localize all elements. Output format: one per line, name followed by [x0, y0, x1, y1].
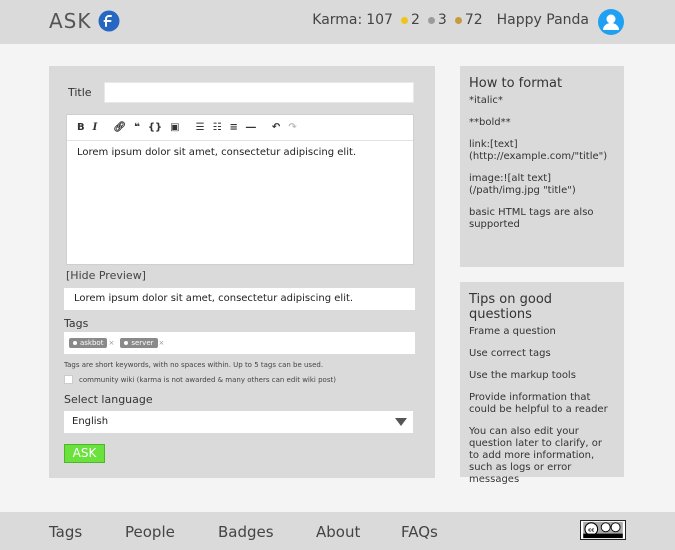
gold-badge-count: 2	[410, 12, 420, 28]
ask-form: Title B I 🔗︎ ❝ {} ▣ ☰ ☷ ≡ ― ↶ ↷ Lorem ip…	[49, 66, 435, 478]
tips-panel: Tips on good questions Frame a question …	[460, 282, 624, 485]
bronze-badge-icon	[454, 16, 462, 24]
preview-pane: Lorem ipsum dolor sit amet, consectetur …	[64, 288, 415, 310]
italic-icon[interactable]: I	[93, 122, 98, 133]
format-help-item: **bold**	[469, 117, 511, 128]
footer-link-faqs[interactable]: FAQs	[401, 523, 438, 541]
tips-title: Tips on good questions	[469, 292, 553, 322]
silver-badge-count: 3	[437, 12, 447, 28]
format-help-item: basic HTML tags are also supported	[469, 207, 594, 230]
title-label: Title	[68, 86, 92, 99]
ask-button[interactable]: ASK	[64, 444, 105, 463]
tips-item: Provide information that could be helpfu…	[469, 392, 608, 415]
footer-link-badges[interactable]: Badges	[218, 523, 274, 541]
language-label: Select language	[64, 393, 153, 406]
tag-chip[interactable]: askbot	[69, 338, 108, 348]
footer-link-about[interactable]: About	[316, 523, 360, 541]
language-value: English	[72, 416, 109, 427]
tag-dot-icon	[124, 341, 129, 345]
community-wiki-label: community wiki (karma is not awarded & m…	[79, 375, 336, 384]
dropdown-caret-icon	[395, 418, 407, 426]
tips-item: Frame a question	[469, 326, 556, 337]
tag-dot-icon	[73, 341, 77, 345]
tag-chip[interactable]: server	[120, 338, 158, 348]
footer-link-people[interactable]: People	[125, 523, 175, 541]
tag-label: server	[131, 339, 154, 347]
gold-badge-icon	[400, 16, 408, 24]
remove-tag-icon[interactable]: ×	[159, 339, 165, 347]
markdown-editor[interactable]: B I 🔗︎ ❝ {} ▣ ☰ ☷ ≡ ― ↶ ↷ Lorem ipsum do…	[66, 114, 414, 265]
tags-help-text: Tags are short keywords, with no spaces …	[64, 361, 324, 369]
tips-item: You can also edit your question later to…	[469, 426, 603, 485]
karma-label: Karma:	[312, 12, 363, 28]
code-icon[interactable]: {}	[148, 122, 162, 133]
image-icon[interactable]: ▣	[170, 122, 179, 133]
tips-item: Use the markup tools	[469, 370, 576, 381]
format-help-title: How to format	[469, 76, 563, 91]
numbered-list-icon[interactable]: ☰	[196, 122, 205, 133]
link-icon[interactable]: 🔗︎	[113, 122, 126, 133]
editor-textarea[interactable]: Lorem ipsum dolor sit amet, consectetur …	[67, 141, 413, 164]
brand[interactable]: ASK	[49, 9, 120, 33]
creative-commons-license-icon[interactable]: cc	[580, 520, 626, 540]
undo-icon[interactable]: ↶	[272, 122, 280, 133]
bold-icon[interactable]: B	[77, 122, 85, 133]
format-help-item: *italic*	[469, 95, 503, 106]
tags-label: Tags	[64, 317, 89, 330]
remove-tag-icon[interactable]: ×	[108, 339, 114, 347]
language-select[interactable]: English	[64, 411, 413, 433]
bronze-badge-count: 72	[464, 12, 483, 28]
fedora-logo-icon	[98, 10, 119, 32]
format-help-item: image:![alt text](/path/img.jpg "title")	[469, 173, 576, 196]
hide-preview-link[interactable]: [Hide Preview]	[66, 269, 146, 282]
quote-icon[interactable]: ❝	[134, 122, 140, 133]
format-help-panel: How to format *italic* **bold** link:[te…	[460, 66, 624, 267]
footer-link-tags[interactable]: Tags	[49, 523, 82, 541]
silver-badge-icon	[427, 16, 435, 24]
tips-item: Use correct tags	[469, 348, 551, 359]
brand-text[interactable]: ASK	[49, 9, 92, 33]
horizontal-rule-icon[interactable]: ―	[246, 122, 256, 133]
community-wiki-option: community wiki (karma is not awarded & m…	[64, 375, 336, 384]
format-help-item: link:[text](http://example.com/"title")	[469, 139, 608, 162]
username[interactable]: Happy Panda	[497, 12, 589, 28]
tags-input[interactable]: askbot × server ×	[64, 332, 415, 354]
footer: Tags People Badges About FAQs cc	[0, 512, 675, 550]
karma-value: 107	[366, 12, 393, 28]
community-wiki-checkbox[interactable]	[64, 375, 73, 384]
avatar[interactable]	[598, 9, 624, 35]
user-area: Karma: 107 2 3 72 Happy Panda	[312, 12, 623, 28]
bulleted-list-icon[interactable]: ☷	[213, 122, 222, 133]
svg-text:cc: cc	[588, 527, 594, 533]
editor-toolbar: B I 🔗︎ ❝ {} ▣ ☰ ☷ ≡ ― ↶ ↷	[67, 115, 413, 141]
tag-label: askbot	[80, 339, 104, 347]
top-header: ASK Karma: 107 2 3 72 Happy Panda	[0, 0, 675, 44]
title-input[interactable]	[104, 82, 414, 103]
heading-icon[interactable]: ≡	[230, 122, 238, 133]
redo-icon[interactable]: ↷	[288, 122, 296, 133]
